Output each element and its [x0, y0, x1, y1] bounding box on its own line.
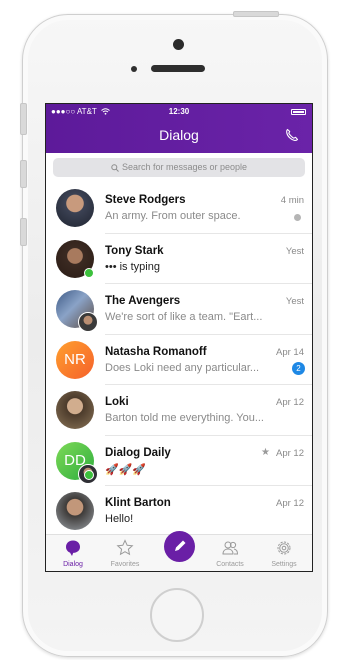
message-preview: We're sort of like a team. "Eart... — [105, 311, 263, 323]
conversation-row[interactable]: Loki Barton told me everything. You... A… — [46, 385, 312, 436]
tab-label: Contacts — [216, 561, 244, 568]
online-indicator — [84, 469, 94, 480]
volume-up-button — [20, 160, 27, 188]
message-time: Yest — [285, 296, 304, 307]
tab-dialog[interactable]: Dialog — [49, 535, 97, 571]
avatar — [56, 391, 94, 429]
page-title: Dialog — [159, 127, 199, 143]
message-preview: Barton told me everything. You... — [105, 412, 264, 424]
volume-down-button — [20, 218, 27, 246]
star-icon — [116, 539, 134, 556]
avatar — [56, 189, 94, 227]
tab-contacts[interactable]: Contacts — [206, 535, 254, 571]
tab-settings[interactable]: Settings — [260, 535, 308, 571]
clock: 12:30 — [168, 107, 190, 116]
tab-label: Favorites — [110, 561, 140, 568]
header-bar: ●●●○○ AT&T 12:30 Dialog — [46, 104, 312, 153]
contact-name: Natasha Romanoff — [105, 345, 207, 358]
tab-favorites[interactable]: Favorites — [101, 535, 149, 571]
message-preview: An army. From outer space. — [105, 210, 241, 222]
conversation-row[interactable]: NR Natasha Romanoff Does Loki need any p… — [46, 335, 312, 385]
contact-name: Klint Barton — [105, 497, 171, 509]
search-icon — [111, 163, 119, 172]
message-preview: Does Loki need any particular... — [105, 361, 260, 374]
avatar — [56, 492, 94, 530]
typing-indicator: ••• is typing — [105, 260, 160, 273]
message-time: Apr 12 — [276, 498, 304, 509]
search-input[interactable]: Search for messages or people — [53, 158, 305, 177]
contact-name: Loki — [105, 396, 129, 408]
gear-icon — [277, 541, 291, 555]
mute-switch — [20, 103, 27, 135]
compose-icon — [175, 540, 186, 551]
message-time: Yest — [285, 245, 304, 257]
power-button — [233, 11, 279, 17]
sub-avatar — [78, 312, 98, 332]
message-time: Apr 12 — [276, 447, 304, 459]
contact-name: The Avengers — [105, 295, 181, 307]
compose-button[interactable] — [164, 531, 195, 562]
conversation-row[interactable]: The Avengers We're sort of like a team. … — [46, 284, 312, 335]
conversation-row[interactable]: Steve Rodgers An army. From outer space.… — [46, 183, 312, 234]
message-time: Apr 14 — [276, 346, 304, 358]
contacts-icon — [222, 541, 239, 555]
tab-bar: Dialog Favorites Contacts Settings — [46, 531, 312, 571]
tab-label: Settings — [271, 561, 297, 568]
search-placeholder: Search for messages or people — [121, 162, 248, 172]
phone-call-icon[interactable] — [284, 127, 300, 143]
unread-badge: 2 — [292, 361, 305, 375]
message-time: Apr 12 — [276, 397, 304, 408]
message-time: 4 min — [280, 195, 304, 206]
battery-icon — [291, 109, 306, 115]
star-icon: ★ — [261, 446, 270, 458]
conversation-row[interactable]: Klint Barton Hello! Apr 12 — [46, 486, 312, 537]
message-preview: 🚀🚀🚀 — [105, 463, 147, 476]
chat-bubble-icon — [66, 540, 80, 556]
contact-name: Dialog Daily — [105, 446, 171, 459]
conversation-row[interactable]: DD Dialog Daily 🚀🚀🚀 ★ Apr 12 — [46, 436, 312, 486]
message-preview: Hello! — [105, 513, 134, 525]
read-status-dot — [294, 214, 301, 221]
home-button[interactable] — [150, 588, 204, 642]
proximity-sensor — [131, 66, 137, 72]
front-camera — [173, 39, 184, 50]
status-bar: ●●●○○ AT&T 12:30 — [46, 107, 312, 119]
contact-name: Steve Rodgers — [105, 194, 186, 206]
conversation-list: Steve Rodgers An army. From outer space.… — [46, 183, 312, 537]
contact-name: Tony Stark — [105, 244, 164, 257]
online-indicator — [84, 267, 94, 278]
earpiece-speaker — [151, 65, 205, 72]
conversation-row[interactable]: Tony Stark ••• is typing Yest — [46, 234, 312, 284]
avatar-initials: NR — [56, 340, 94, 379]
phone-screen: ●●●○○ AT&T 12:30 Dialog Search for messa… — [45, 103, 313, 572]
tab-label: Dialog — [63, 561, 83, 568]
